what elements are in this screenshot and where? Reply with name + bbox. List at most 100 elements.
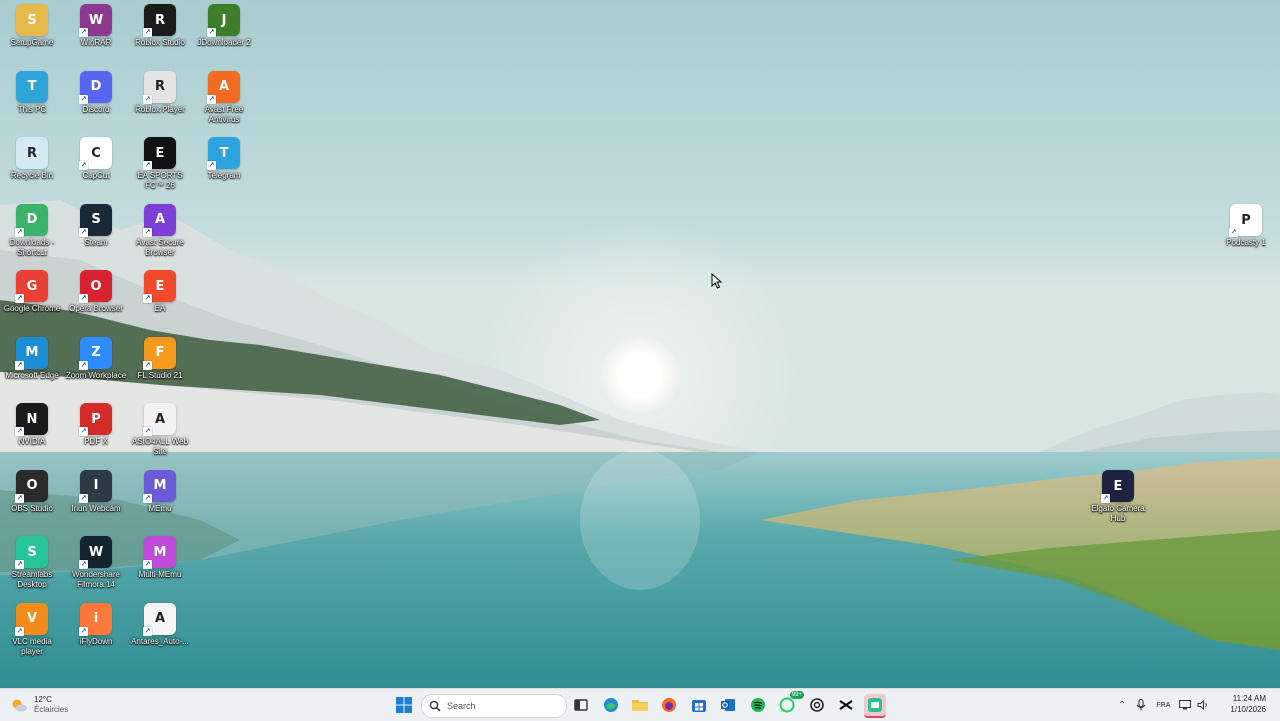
multi-memu-icon: M ↗ bbox=[143, 536, 176, 569]
shortcut-arrow-icon: ↗ bbox=[15, 227, 24, 237]
desktop-icon[interactable]: i ↗ iFlyDown bbox=[64, 599, 128, 647]
desktop-icon-label: WinRAR bbox=[80, 38, 112, 47]
desktop-icon[interactable]: O ↗ OBS Studio bbox=[0, 466, 64, 514]
folder-icon bbox=[632, 700, 648, 711]
network-icon[interactable] bbox=[1179, 700, 1192, 710]
desktop-icon[interactable]: W ↗ Wondershare Filmora 14 bbox=[64, 532, 128, 590]
desktop-icon-label: Telegram bbox=[207, 171, 241, 180]
desktop-icon[interactable]: T ↗ Telegram bbox=[192, 133, 256, 181]
desktop-icon[interactable]: A ↗ Antares_Auto-... bbox=[128, 599, 192, 647]
desktop-icon[interactable]: D ↗ Discord bbox=[64, 67, 128, 115]
task-view-button[interactable] bbox=[570, 694, 592, 716]
chatgpt-taskbar-button[interactable] bbox=[806, 694, 828, 716]
chrome-icon: G ↗ bbox=[15, 270, 48, 303]
search-box[interactable]: Search bbox=[421, 694, 567, 718]
streamlabs-taskbar-button[interactable] bbox=[864, 694, 886, 718]
desktop-icon[interactable]: G ↗ Google Chrome bbox=[0, 266, 64, 314]
capcut-taskbar-button[interactable] bbox=[835, 694, 857, 716]
desktop-icon[interactable]: V ↗ VLC media player bbox=[0, 599, 64, 657]
desktop-icon-label: Recycle Bin bbox=[10, 171, 54, 180]
elgato-icon: E ↗ bbox=[1101, 470, 1134, 503]
desktop-icon[interactable]: E ↗ EA bbox=[128, 266, 192, 314]
desktop-icon-label: Streamlabs Desktop bbox=[11, 570, 53, 589]
desktop-icon-label: Steam bbox=[84, 237, 108, 247]
start-button[interactable] bbox=[393, 694, 415, 716]
capcut-icon: C ↗ bbox=[79, 137, 112, 170]
clock[interactable]: 11:24 AM 1/10/2026 bbox=[1230, 693, 1266, 715]
obs-icon: O ↗ bbox=[15, 469, 48, 503]
language-indicator[interactable]: FRA bbox=[1156, 702, 1170, 709]
desktop-icon-label: EA SPORTS FC™ 26 bbox=[137, 171, 183, 190]
microphone-icon[interactable] bbox=[1136, 699, 1146, 711]
desktop-icon[interactable]: O ↗ Opera Browser bbox=[64, 266, 128, 314]
file-explorer-taskbar-button[interactable] bbox=[629, 694, 651, 716]
downloads-folder-icon: D ↗ bbox=[15, 203, 48, 237]
desktop-icon[interactable]: R Recycle Bin bbox=[0, 133, 64, 181]
mouse-cursor-icon bbox=[711, 273, 723, 289]
desktop-icon-label: Downloads - Shortcut bbox=[9, 237, 55, 257]
outlook-taskbar-button[interactable] bbox=[717, 694, 739, 716]
ea-fc-icon: E ↗ bbox=[143, 137, 176, 170]
desktop-icon[interactable]: T This PC bbox=[0, 67, 64, 115]
desktop-icon[interactable]: J ↗ JDownloader 2 bbox=[192, 0, 256, 48]
edge-taskbar-button[interactable] bbox=[600, 694, 622, 716]
whatsapp-icon bbox=[779, 697, 795, 713]
desktop-icon[interactable]: M ↗ Multi-MEmu bbox=[128, 532, 192, 580]
desktop-icon[interactable]: R ↗ Roblox Player bbox=[128, 67, 192, 115]
shortcut-arrow-icon: ↗ bbox=[15, 294, 24, 303]
desktop-icon[interactable]: P ↗ PDF X bbox=[64, 399, 128, 447]
shortcut-arrow-icon: ↗ bbox=[143, 360, 152, 370]
podcast-icon: P ↗ bbox=[1229, 204, 1262, 237]
desktop-icon[interactable]: I ↗ Iriun Webcam bbox=[64, 466, 128, 514]
whatsapp-taskbar-button[interactable]: 99+ bbox=[776, 691, 804, 716]
desktop-icon[interactable]: N ↗ NVIDIA bbox=[0, 399, 64, 447]
firefox-icon bbox=[662, 698, 676, 712]
desktop-icon[interactable]: C ↗ CapCut bbox=[64, 133, 128, 181]
desktop-icon-label: Antares_Auto-... bbox=[131, 636, 189, 646]
desktop-icon[interactable]: S SetupGame bbox=[0, 0, 64, 48]
desktop-icon-label: This PC bbox=[17, 104, 47, 114]
weather-widget[interactable]: 12°C Éclaircies bbox=[10, 693, 68, 717]
edge-icon: M ↗ bbox=[15, 336, 48, 370]
volume-icon[interactable] bbox=[1197, 700, 1209, 710]
desktop-icon[interactable]: S ↗ Steam bbox=[64, 200, 128, 248]
firefox-taskbar-button[interactable] bbox=[658, 694, 680, 716]
desktop-icon[interactable]: E ↗ Elgato Camera Hub bbox=[1086, 466, 1150, 524]
desktop-icon[interactable]: M ↗ Microsoft Edge bbox=[0, 333, 64, 381]
desktop-icon-label: Podcasty 1 bbox=[1226, 238, 1266, 247]
desktop-icon[interactable]: A ↗ Avast Free Antivirus bbox=[192, 67, 256, 125]
streamlabs-icon: S ↗ bbox=[15, 536, 48, 569]
spotify-icon bbox=[751, 698, 765, 712]
desktop-icon[interactable]: A ↗ ASIO4ALL Web Site bbox=[128, 399, 192, 457]
shortcut-arrow-icon: ↗ bbox=[15, 493, 24, 503]
desktop-icon[interactable]: Z ↗ Zoom Workplace bbox=[64, 333, 128, 381]
desktop-icon[interactable]: W ↗ WinRAR bbox=[64, 0, 128, 48]
telegram-icon: T ↗ bbox=[207, 137, 240, 170]
desktop-icon[interactable]: D ↗ Downloads - Shortcut bbox=[0, 200, 64, 258]
desktop-icon-label: Google Chrome bbox=[3, 304, 61, 313]
spotify-taskbar-button[interactable] bbox=[747, 694, 769, 716]
shortcut-arrow-icon: ↗ bbox=[143, 493, 152, 503]
desktop-icon-label: Elgato Camera Hub bbox=[1091, 504, 1145, 523]
desktop-icon[interactable]: A ↗ Avast Secure Browser bbox=[128, 200, 192, 258]
store-taskbar-button[interactable] bbox=[688, 694, 710, 716]
shortcut-arrow-icon: ↗ bbox=[79, 161, 88, 170]
shortcut-arrow-icon: ↗ bbox=[79, 28, 88, 37]
shortcut-arrow-icon: ↗ bbox=[1101, 494, 1110, 503]
desktop-icon-label: Avast Secure Browser bbox=[136, 237, 184, 257]
shortcut-arrow-icon: ↗ bbox=[143, 626, 152, 636]
desktop-icon[interactable]: F ↗ FL Studio 21 bbox=[128, 333, 192, 381]
avast-icon: A ↗ bbox=[207, 70, 240, 104]
desktop-icon-label: Iriun Webcam bbox=[71, 503, 121, 513]
whatsapp-notification-badge: 99+ bbox=[789, 691, 804, 699]
desktop-icon[interactable]: E ↗ EA SPORTS FC™ 26 bbox=[128, 133, 192, 191]
chevron-up-icon[interactable]: ⌃ bbox=[1118, 700, 1126, 711]
desktop-icon[interactable]: P ↗ Podcasty 1 bbox=[1214, 200, 1278, 248]
clock-time: 11:24 AM bbox=[1232, 694, 1266, 703]
desktop-icon[interactable]: R ↗ Roblox Studio bbox=[128, 0, 192, 48]
partly-cloudy-icon bbox=[12, 699, 27, 712]
desktop-icon[interactable]: S ↗ Streamlabs Desktop bbox=[0, 532, 64, 590]
shortcut-arrow-icon: ↗ bbox=[79, 493, 88, 503]
taskbar: 12°C Éclaircies Search 99+ ⌃ FRA 11:24 A… bbox=[0, 688, 1280, 721]
desktop-icon[interactable]: M ↗ MEmu bbox=[128, 466, 192, 514]
